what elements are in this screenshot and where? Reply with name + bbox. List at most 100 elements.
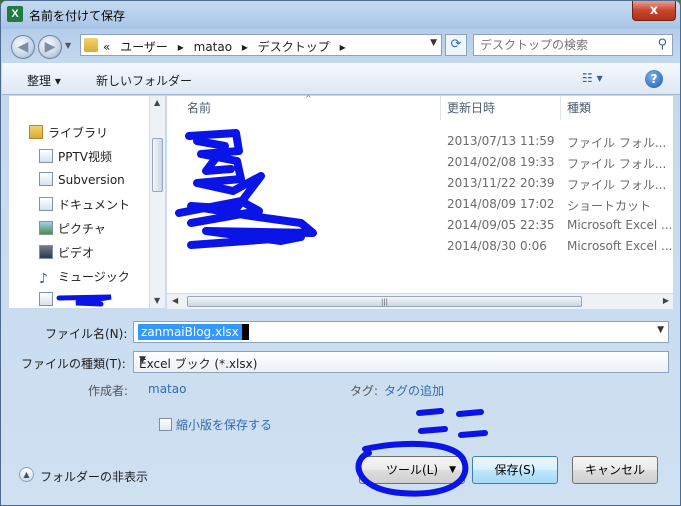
nav-item-video[interactable]: ビデオ [39, 244, 94, 264]
file-type: ファイル フォル... [567, 136, 667, 150]
column-header-label: 名前 [187, 101, 212, 115]
file-date: 2013/11/22 20:39 [447, 176, 555, 190]
tools-button-label: ツール(L) [385, 463, 439, 477]
scroll-up-icon[interactable]: ▲ [154, 98, 160, 107]
tools-dropdown-icon: ▼ [449, 465, 456, 475]
search-box[interactable]: ⚲ [473, 34, 673, 56]
hide-folders-link[interactable]: フォルダーの非表示 [40, 468, 148, 485]
breadcrumb-separator[interactable]: ▸ [178, 40, 184, 54]
video-library-icon [39, 149, 53, 163]
window-title: 名前を付けて保存 [29, 9, 126, 23]
nav-scrollbar[interactable]: ▲ ▼ [149, 96, 165, 308]
view-options-icon[interactable]: ☷ ▾ [582, 71, 603, 85]
breadcrumb-overflow[interactable]: « [103, 40, 110, 54]
close-button[interactable]: x [632, 1, 676, 21]
save-thumbnail-checkbox[interactable] [159, 418, 172, 431]
navigation-pane: ライブラリ PPTV视频 Subversion ドキュメント ピクチャ ビデオ … [9, 96, 165, 308]
breadcrumb-matao[interactable]: matao [194, 40, 232, 54]
filename-dropdown-icon[interactable]: ▼ [657, 325, 664, 335]
address-bar[interactable]: « ユーザー ▸ matao ▸ デスクトップ ▸ ▼ [80, 34, 442, 56]
nav-item-label: ピクチャ [58, 222, 106, 236]
nav-item-label: ライブラリ [48, 126, 109, 140]
file-row[interactable]: 2013/07/13 11:59 ファイル フォル... [167, 134, 667, 155]
scroll-right-icon[interactable]: ▶ [663, 296, 669, 305]
breadcrumb[interactable]: « ユーザー ▸ matao ▸ デスクトップ ▸ [103, 38, 352, 55]
library-icon [29, 125, 43, 139]
file-type: Microsoft Excel ... [567, 218, 671, 232]
tools-button[interactable]: ツール(L) ▼ [359, 456, 465, 484]
author-label: 作成者: [88, 384, 129, 398]
nav-item-library[interactable]: ライブラリ [29, 124, 108, 144]
file-list: 名前 ^ 更新日時 種類 2013/07/13 11:59 ファイル フォル..… [167, 94, 673, 308]
cancel-button[interactable]: キャンセル [572, 456, 658, 484]
column-header-name[interactable]: 名前 ^ [167, 94, 441, 120]
chevron-up-icon[interactable]: ▲ [19, 467, 34, 482]
column-header-type[interactable]: 種類 [561, 96, 673, 120]
nav-item-music[interactable]: ♪ ミュージック [39, 268, 130, 288]
filename-input[interactable]: zanmaiBlog.xlsx ▼ [133, 321, 669, 343]
music-icon: ♪ [39, 271, 48, 287]
nav-scrollbar-thumb[interactable] [152, 138, 163, 192]
author-value[interactable]: matao [148, 382, 186, 396]
filetype-label: ファイルの種類(T): [21, 357, 126, 371]
file-row[interactable]: 2014/08/30 0:06 Microsoft Excel ... [167, 239, 671, 260]
organize-button[interactable]: 整理 ▾ [27, 72, 61, 89]
document-icon [39, 172, 53, 186]
nav-item-redacted[interactable] [39, 292, 58, 312]
folder-icon [84, 38, 98, 52]
file-row[interactable]: 2014/02/08 19:33 ファイル フォル... [167, 155, 667, 176]
nav-item-pptv[interactable]: PPTV视频 [39, 148, 112, 168]
refresh-button[interactable]: ⟳ [445, 34, 467, 56]
file-row[interactable]: 2014/08/09 17:02 ショートカット [167, 197, 667, 218]
nav-item-documents[interactable]: ドキュメント [39, 196, 130, 216]
search-icon[interactable]: ⚲ [657, 37, 667, 52]
excel-app-icon: X [7, 6, 23, 22]
back-button[interactable]: ◀ [11, 35, 35, 59]
nav-item-pictures[interactable]: ピクチャ [39, 220, 106, 240]
video-icon [39, 245, 53, 259]
horizontal-scrollbar[interactable]: ◀ ||| ▶ [167, 293, 673, 309]
save-thumbnail-label[interactable]: 縮小版を保存する [176, 416, 272, 433]
address-dropdown-icon[interactable]: ▼ [430, 38, 437, 48]
tags-label: タグ: [350, 384, 379, 398]
horizontal-scrollbar-thumb[interactable]: ||| [187, 296, 582, 307]
scroll-left-icon[interactable]: ◀ [172, 296, 178, 305]
breadcrumb-separator[interactable]: ▸ [242, 40, 248, 54]
file-date: 2014/02/08 19:33 [447, 155, 555, 169]
nav-item-label: PPTV视频 [58, 150, 113, 164]
breadcrumb-desktop[interactable]: デスクトップ [258, 40, 330, 54]
help-icon[interactable]: ? [645, 70, 663, 88]
forward-button[interactable]: ▶ [38, 35, 62, 59]
file-type: ファイル フォル... [567, 157, 667, 171]
file-date: 2014/09/05 22:35 [447, 218, 555, 232]
nav-item-label: ミュージック [58, 270, 130, 284]
file-type: ショートカット [567, 199, 652, 213]
column-header-date[interactable]: 更新日時 [441, 96, 561, 120]
breadcrumb-separator[interactable]: ▸ [340, 40, 346, 54]
title-bar[interactable]: X 名前を付けて保存 x [1, 1, 680, 29]
file-date: 2014/08/30 0:06 [447, 239, 547, 253]
text-cursor [242, 324, 249, 340]
file-type: ファイル フォル... [567, 178, 667, 192]
breadcrumb-users[interactable]: ユーザー [120, 40, 168, 54]
command-bar: 整理 ▾ 新しいフォルダー ☷ ▾ ? [2, 63, 680, 95]
file-type: Microsoft Excel ... [567, 239, 671, 253]
nav-item-subversion[interactable]: Subversion [39, 172, 125, 192]
nav-item-label: ビデオ [58, 246, 95, 260]
file-row[interactable]: 2014/09/05 22:35 Microsoft Excel ... [167, 218, 671, 239]
filename-label: ファイル名(N): [45, 327, 128, 341]
nav-item-label: ドキュメント [58, 198, 131, 212]
scroll-down-icon[interactable]: ▼ [154, 296, 160, 305]
search-input[interactable] [480, 35, 650, 55]
tags-add-link[interactable]: タグの追加 [384, 382, 444, 399]
filetype-select[interactable]: Excel ブック (*.xlsx) ▼ [133, 351, 669, 373]
filename-value: zanmaiBlog.xlsx [138, 324, 242, 340]
save-button[interactable]: 保存(S) [472, 456, 558, 484]
filetype-dropdown-icon[interactable]: ▼ [139, 355, 664, 365]
file-row[interactable]: 2013/11/22 20:39 ファイル フォル... [167, 176, 667, 197]
computer-icon [39, 292, 53, 306]
new-folder-button[interactable]: 新しいフォルダー [96, 72, 192, 89]
nav-item-label: Subversion [58, 173, 125, 187]
documents-icon [39, 197, 53, 211]
history-dropdown-icon[interactable]: ▼ [65, 41, 77, 53]
